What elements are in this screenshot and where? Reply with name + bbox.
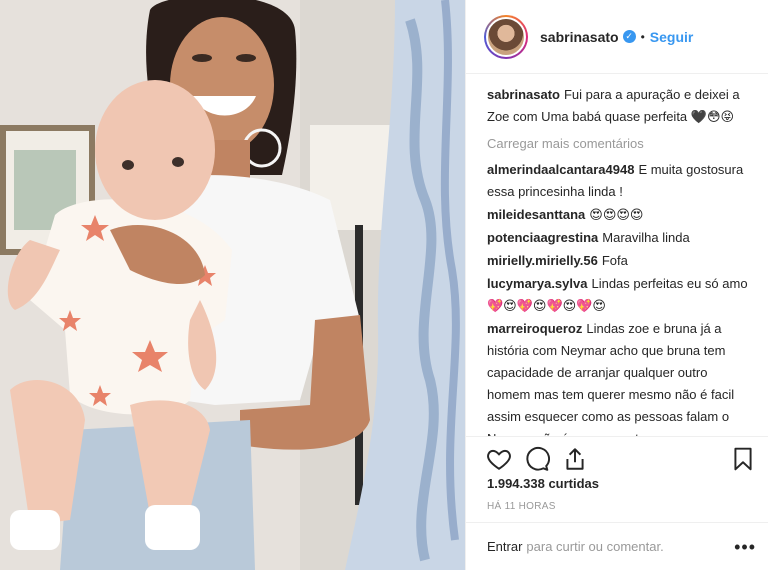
login-prompt-text: para curtir ou comentar. (526, 539, 664, 554)
likes-count[interactable]: 1.994.338 curtidas (487, 476, 599, 491)
comment-username[interactable]: almerindaalcantara4948 (487, 162, 634, 177)
separator-dot: • (640, 29, 645, 44)
comment-text: Fofa (601, 253, 628, 268)
load-more-comments-button[interactable]: Carregar mais comentários (487, 133, 752, 155)
login-link[interactable]: Entrar (487, 539, 522, 554)
comment-username[interactable]: mileidesanttana (487, 207, 585, 222)
comment-item: mirielly.mirielly.56 Fofa (487, 250, 752, 272)
avatar-ring[interactable] (484, 14, 528, 59)
comment-text: Lindas zoe e bruna já a história com Ney… (487, 321, 745, 436)
more-options-icon[interactable]: ••• (734, 538, 756, 556)
post-header: sabrinasato ✓ • Seguir (466, 0, 768, 74)
post-timestamp[interactable]: HÁ 11 HORAS (487, 501, 556, 512)
avatar[interactable] (486, 16, 526, 57)
comment-item: mileidesanttana 😍😍😍😍 (487, 204, 752, 226)
heart-icon[interactable] (486, 446, 512, 472)
comment-icon[interactable] (524, 446, 550, 472)
login-prompt: Entrar para curtir ou comentar. ••• (466, 522, 768, 570)
follow-button[interactable]: Seguir (650, 29, 694, 45)
comment-username[interactable]: marreiroqueroz (487, 321, 582, 336)
comment-text: Maravilha linda (602, 230, 690, 245)
post-photo[interactable] (0, 0, 465, 570)
comment-item: potenciaagrestina Maravilha linda (487, 227, 752, 249)
action-bar (466, 436, 768, 480)
comment-item: almerindaalcantara4948 E muita gostosura … (487, 159, 752, 203)
share-icon[interactable] (562, 446, 588, 472)
comment-item: marreiroqueroz Lindas zoe e bruna já a hi… (487, 318, 752, 436)
post-caption: sabrinasato Fui para a apuração e deixei … (487, 84, 752, 128)
verified-badge-icon: ✓ (622, 30, 636, 43)
comment-username[interactable]: lucymarya.sylva (487, 276, 587, 291)
caption-username[interactable]: sabrinasato (487, 87, 560, 102)
comment-username[interactable]: potenciaagrestina (487, 230, 598, 245)
post-sidebar: sabrinasato ✓ • Seguir sabrinasato Fui pa… (465, 0, 768, 570)
comment-item: lucymarya.sylva Lindas perfeitas eu só am… (487, 273, 752, 317)
comment-text: 😍😍😍😍 (589, 207, 644, 222)
author-username[interactable]: sabrinasato (540, 29, 619, 45)
comment-username[interactable]: mirielly.mirielly.56 (487, 253, 598, 268)
photo-illustration (0, 0, 465, 570)
comments-list[interactable]: sabrinasato Fui para a apuração e deixei … (466, 74, 768, 436)
bookmark-icon[interactable] (730, 446, 756, 472)
